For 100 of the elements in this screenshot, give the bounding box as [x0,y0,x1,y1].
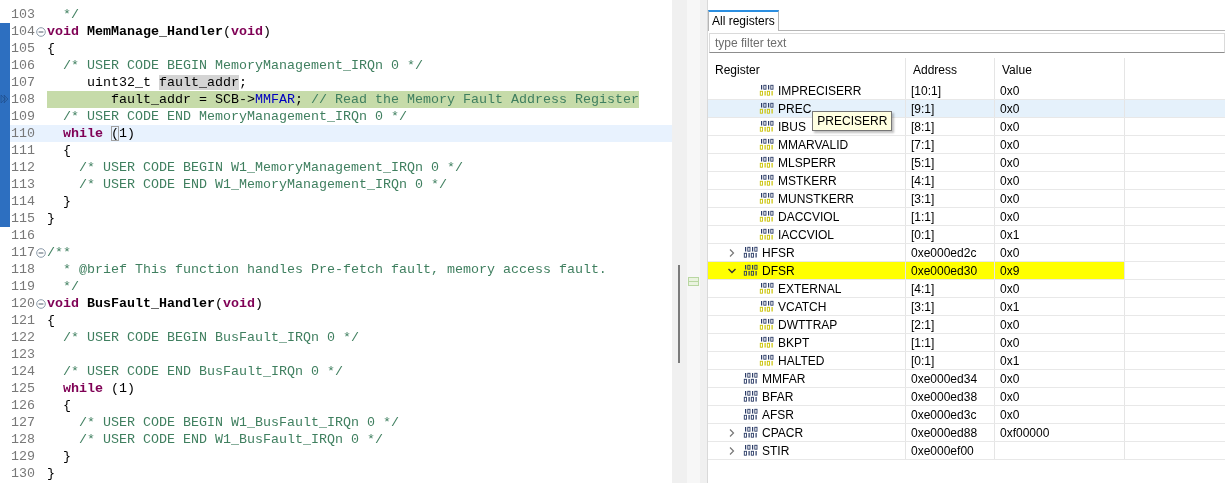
line-number: 109 [10,108,36,125]
value-text: 0x0 [1000,137,1020,152]
register-row[interactable]: MLSPERR [5:1] 0x0 [708,154,1225,172]
address-text: [9:1] [911,101,935,116]
address-text: 0xe000ed88 [911,425,978,440]
register-name: IACCVIOL [778,227,834,242]
register-icon [743,246,759,259]
register-row[interactable]: HFSR 0xe000ed2c 0x0 [708,244,1225,262]
value-text: 0x0 [1000,317,1020,332]
line-number: 114 [10,193,36,210]
line-number: 103 [10,6,36,23]
code-line: /* USER CODE END W1_MemoryManagement_IRQn 0 */ [78,176,447,193]
value-text: 0x0 [1000,389,1020,404]
collapse-icon[interactable] [36,298,46,309]
register-name: MUNSTKERR [778,191,854,206]
line-number: 106 [10,57,36,74]
column-header[interactable]: Address [906,58,995,82]
register-row[interactable]: MUNSTKERR [3:1] 0x0 [708,190,1225,208]
register-row[interactable]: MMARVALID [7:1] 0x0 [708,136,1225,154]
scrollbar-thumb[interactable] [678,265,680,363]
value-text: 0x0 [1000,155,1020,170]
value-text: 0x9 [1000,263,1020,278]
bit-field-icon [759,156,775,169]
value-text: 0x0 [1000,209,1020,224]
register-name: CPACR [762,425,804,440]
column-header[interactable]: Value [995,58,1125,82]
value-text: 0x0 [1000,407,1020,422]
bit-field-icon [759,138,775,151]
code-line: /* USER CODE END MemoryManagement_IRQn 0 */ [62,108,407,125]
value-text: 0x0 [1000,281,1020,296]
code-line: { [47,40,55,57]
code-line: } [62,193,71,210]
line-number: 108 [10,91,36,108]
code-line: while (1) [62,380,135,397]
register-row[interactable]: DACCVIOL [1:1] 0x0 [708,208,1225,226]
bit-field-icon [759,300,775,313]
address-text: [10:1] [911,83,942,98]
value-text: 0x0 [1000,371,1020,386]
address-text: [8:1] [911,119,935,134]
register-name: VCATCH [778,299,827,314]
bit-field-icon [759,354,775,367]
address-text: 0xe000ef00 [911,443,974,458]
column-header[interactable]: Register [708,58,906,82]
bit-field-icon [759,318,775,331]
line-number: 120 [10,295,36,312]
code-line: * @brief This function handles Pre-fetch fault, memory access fault. [62,261,607,278]
line-number: 105 [10,40,36,57]
address-text: [5:1] [911,155,935,170]
bit-field-icon [759,336,775,349]
collapsed-chevron-icon[interactable] [727,247,737,258]
register-row[interactable]: EXTERNAL [4:1] 0x0 [708,280,1225,298]
register-name: STIR [762,443,790,458]
address-text: [0:1] [911,227,935,242]
collapse-icon[interactable] [36,26,46,37]
value-text: 0x1 [1000,227,1020,242]
address-text: 0xe000ed34 [911,371,978,386]
code-line: { [47,312,55,329]
value-text: 0x0 [1000,245,1020,260]
address-text: [0:1] [911,353,935,368]
register-row[interactable]: STIR 0xe000ef00 [708,442,1225,460]
register-row[interactable]: VCATCH [3:1] 0x1 [708,298,1225,316]
register-name: MMFAR [762,371,806,386]
collapsed-chevron-icon[interactable] [727,427,737,438]
code-line: /* USER CODE BEGIN BusFault_IRQn 0 */ [62,329,359,346]
value-text: 0x0 [1000,101,1020,116]
register-row[interactable]: BKPT [1:1] 0x0 [708,334,1225,352]
code-line: */ [62,6,79,23]
address-text: 0xe000ed38 [911,389,978,404]
line-number: 124 [10,363,36,380]
register-row[interactable]: BFAR 0xe000ed38 0x0 [708,388,1225,406]
tooltip: PRECISERR [812,111,893,131]
code-line: /* USER CODE BEGIN W1_BusFault_IRQn 0 */ [78,414,399,431]
tab[interactable]: All registers [708,10,779,31]
address-text: [1:1] [911,209,935,224]
bit-field-icon [759,102,775,115]
register-icon [743,426,759,439]
collapse-icon[interactable] [36,247,46,258]
address-text: [4:1] [911,281,935,296]
register-name: HFSR [762,245,795,260]
register-row[interactable]: HALTED [0:1] 0x1 [708,352,1225,370]
address-text: 0xe000ed30 [911,263,978,278]
register-name: BFAR [762,389,794,404]
register-name: PREC [778,101,812,116]
register-row[interactable]: DWTTRAP [2:1] 0x0 [708,316,1225,334]
register-row[interactable]: CPACR 0xe000ed88 0xf00000 [708,424,1225,442]
register-row[interactable]: AFSR 0xe000ed3c 0x0 [708,406,1225,424]
register-name: EXTERNAL [778,281,842,296]
filter-field[interactable]: type filter text [709,33,1225,53]
register-icon [743,444,759,457]
register-row[interactable]: IACCVIOL [0:1] 0x1 [708,226,1225,244]
value-text: 0x0 [1000,119,1020,134]
collapsed-chevron-icon[interactable] [727,445,737,456]
line-number: 115 [10,210,36,227]
address-text: 0xe000ed2c [911,245,977,260]
register-row[interactable]: DFSR 0xe000ed30 0x9 [708,262,1225,280]
register-name: IMPRECISERR [778,83,862,98]
register-name: MMARVALID [778,137,849,152]
register-row[interactable]: MSTKERR [4:1] 0x0 [708,172,1225,190]
register-name: AFSR [762,407,794,422]
register-row[interactable]: MMFAR 0xe000ed34 0x0 [708,370,1225,388]
